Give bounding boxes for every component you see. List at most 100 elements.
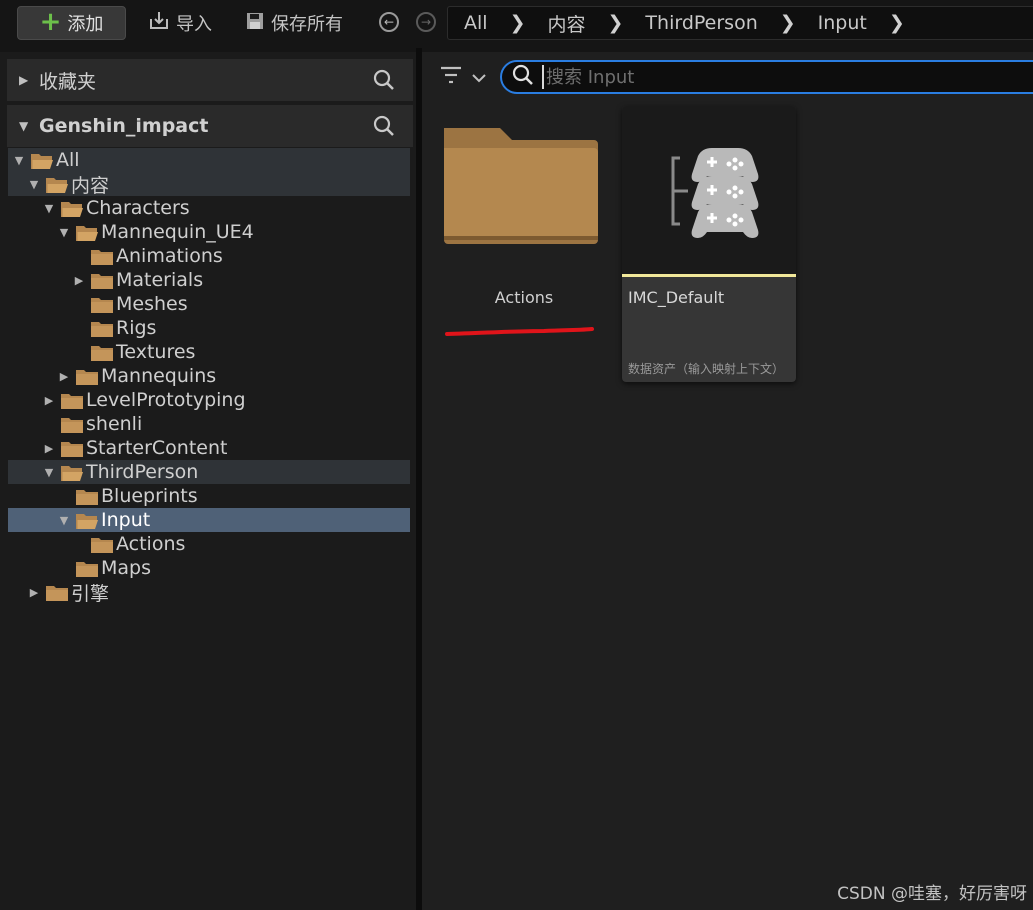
tree-item-label: Input [101, 509, 151, 531]
tree-item[interactable]: ▶ Mannequins [8, 364, 410, 388]
tree-item-label: Materials [116, 269, 204, 291]
folder-icon [45, 584, 69, 601]
tree-item[interactable]: shenli [8, 412, 410, 436]
plus-icon: + [39, 6, 62, 37]
folder-icon [90, 344, 114, 361]
watermark: CSDN @哇塞，好厉害呀 [837, 884, 1027, 904]
filter-icon [440, 66, 462, 88]
tree-item-label: Mannequin_UE4 [101, 221, 254, 243]
asset-name: IMC_Default [628, 288, 725, 307]
back-arrow-icon[interactable]: ← [379, 12, 399, 32]
search-icon [512, 64, 534, 90]
add-button[interactable]: + 添加 [17, 6, 126, 40]
tree-item-label: Animations [116, 245, 223, 267]
chevron-down-icon[interactable]: ▼ [27, 178, 41, 191]
save-all-button-label: 保存所有 [271, 14, 343, 35]
breadcrumb-item-content[interactable]: 内容 [547, 10, 585, 37]
tree-item-label: shenli [86, 413, 143, 435]
chevron-right-icon[interactable]: ❯ [780, 12, 796, 34]
chevron-right-icon[interactable]: ❯ [889, 12, 905, 34]
search-icon[interactable] [373, 69, 395, 96]
project-label: Genshin_impact [39, 115, 209, 137]
chevron-down-icon[interactable]: ▼ [19, 119, 39, 133]
folder-icon [60, 392, 84, 409]
chevron-down-icon[interactable]: ▼ [42, 202, 56, 215]
tree-item-label: Textures [116, 341, 196, 363]
import-button-label: 导入 [176, 14, 212, 35]
asset-tile-folder[interactable]: Actions [440, 110, 600, 350]
tree-item-label: Maps [101, 557, 151, 579]
tree-item-label: 内容 [71, 174, 110, 197]
folder-icon [75, 560, 99, 577]
search-input[interactable] [542, 65, 1008, 89]
chevron-right-icon[interactable]: ▶ [27, 586, 41, 599]
forward-arrow-icon[interactable]: → [416, 12, 436, 32]
tree-item-label: Rigs [116, 317, 157, 339]
folder-icon [90, 248, 114, 265]
folder-open-icon [60, 200, 84, 217]
asset-view: Actions [422, 52, 1033, 910]
breadcrumb-item-thirdperson[interactable]: ThirdPerson [645, 12, 757, 34]
chevron-right-icon[interactable]: ❯ [510, 12, 526, 34]
chevron-down-icon[interactable]: ▼ [57, 514, 71, 527]
import-button[interactable]: 导入 [148, 6, 212, 40]
chevron-down-icon[interactable]: ▼ [42, 466, 56, 479]
asset-thumbnail [622, 106, 796, 274]
tree-item[interactable]: Rigs [8, 316, 410, 340]
chevron-right-icon[interactable]: ▶ [19, 73, 39, 87]
tree-item[interactable]: Maps [8, 556, 410, 580]
folder-open-icon [30, 152, 54, 169]
folder-icon [60, 440, 84, 457]
favorites-header[interactable]: ▶ 收藏夹 [7, 59, 413, 101]
folder-open-icon [75, 224, 99, 241]
tree-item[interactable]: ▼ All [8, 148, 410, 172]
tree-item-label: LevelPrototyping [86, 389, 246, 411]
tree-item-label: ThirdPerson [86, 461, 199, 483]
breadcrumb-item-all[interactable]: All [464, 12, 488, 34]
tree-item-label: Actions [116, 533, 186, 555]
tree-item[interactable]: ▼ 内容 [8, 172, 410, 197]
search-icon[interactable] [373, 115, 395, 142]
asset-type-color-bar [622, 274, 796, 277]
tree-item[interactable]: ▶ LevelPrototyping [8, 388, 410, 412]
filter-button[interactable] [440, 66, 486, 88]
favorites-label: 收藏夹 [39, 70, 97, 93]
tree-item[interactable]: ▶ StarterContent [8, 436, 410, 460]
chevron-right-icon[interactable]: ▶ [42, 442, 56, 455]
toolbar: + 添加 导入 保存所有 ← → All ❯ 内容 ❯ ThirdPerson … [0, 0, 1033, 48]
chevron-right-icon[interactable]: ▶ [72, 274, 86, 287]
annotation-underline [445, 327, 594, 336]
tree-item[interactable]: Actions [8, 532, 410, 556]
tree-item-label: Meshes [116, 293, 188, 315]
tree-item-label: Blueprints [101, 485, 198, 507]
tree-item[interactable]: ▶ 引擎 [8, 580, 410, 605]
tree-item[interactable]: Blueprints [8, 484, 410, 508]
chevron-down-icon[interactable]: ▼ [57, 226, 71, 239]
tree-item[interactable]: ▼ Mannequin_UE4 [8, 220, 410, 244]
asset-tile-data-asset[interactable]: IMC_Default 数据资产（输入映射上下文） [622, 106, 796, 382]
folder-icon [90, 536, 114, 553]
save-all-button[interactable]: 保存所有 [245, 6, 343, 40]
folder-icon [90, 320, 114, 337]
tree-item[interactable]: ▼ ThirdPerson [8, 460, 410, 484]
project-header[interactable]: ▼ Genshin_impact [7, 105, 413, 147]
tree-item[interactable]: ▼ Input [8, 508, 410, 532]
folder-icon [60, 416, 84, 433]
tree-item-label: StarterContent [86, 437, 228, 459]
chevron-down-icon[interactable]: ▼ [12, 154, 26, 167]
folder-icon [75, 488, 99, 505]
chevron-right-icon[interactable]: ▶ [57, 370, 71, 383]
tree-item-label: Characters [86, 197, 190, 219]
chevron-right-icon[interactable]: ▶ [42, 394, 56, 407]
chevron-right-icon[interactable]: ❯ [608, 12, 624, 34]
folder-icon [90, 272, 114, 289]
tree-item[interactable]: Meshes [8, 292, 410, 316]
sources-panel: ▶ 收藏夹 ▼ Genshin_impact ▼ All ▼ 内容 ▼ Character… [0, 52, 416, 910]
tree-item[interactable]: Textures [8, 340, 410, 364]
tree-item[interactable]: Animations [8, 244, 410, 268]
folder-open-icon [45, 176, 69, 193]
tree-item[interactable]: ▼ Characters [8, 196, 410, 220]
breadcrumb-item-input[interactable]: Input [818, 12, 867, 34]
tree-item[interactable]: ▶ Materials [8, 268, 410, 292]
save-icon [245, 11, 265, 36]
